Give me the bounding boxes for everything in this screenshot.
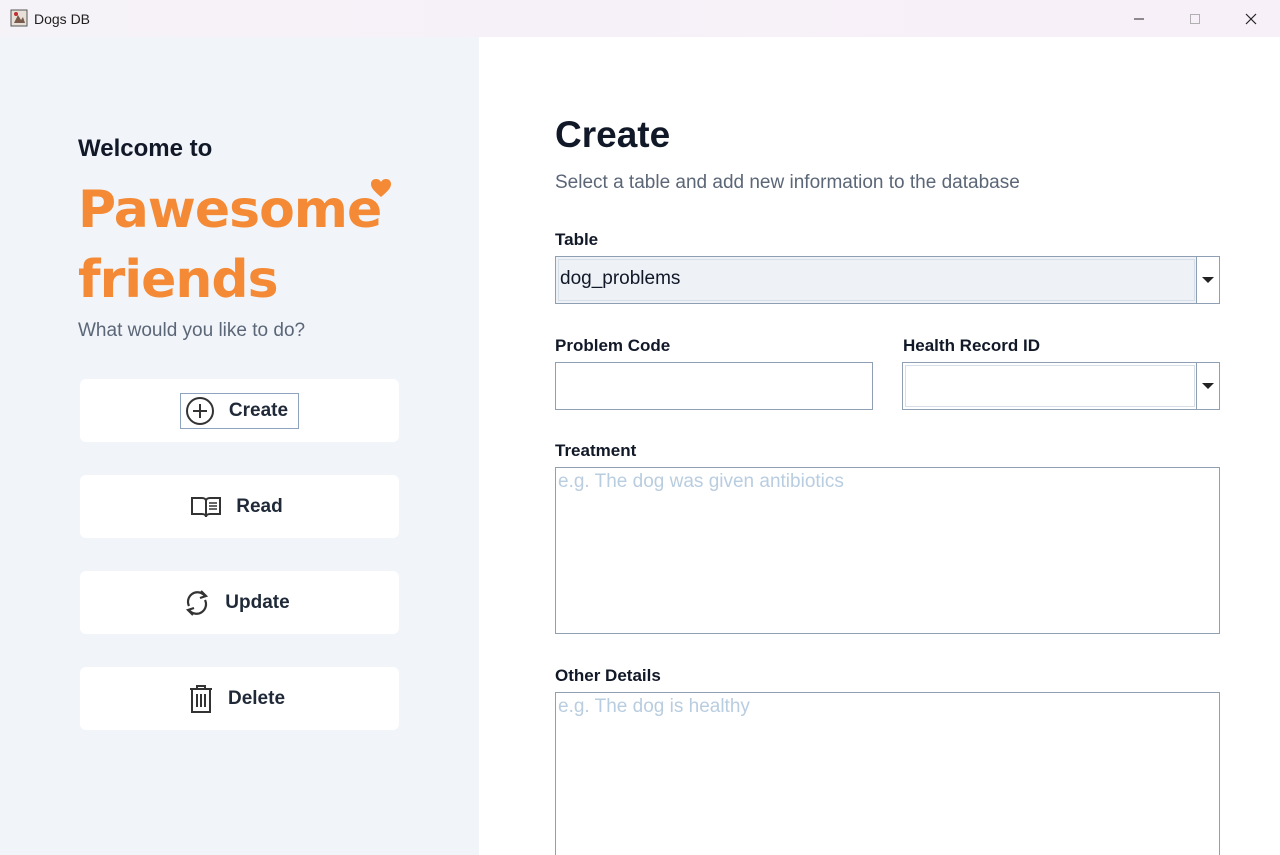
- maximize-button[interactable]: [1167, 0, 1223, 37]
- other-details-placeholder: e.g. The dog is healthy: [558, 696, 750, 717]
- page-title: Create: [555, 114, 671, 155]
- create-button-focus: Create: [179, 392, 300, 429]
- health-record-label: Health Record ID: [903, 336, 1040, 355]
- table-select-dropdown-button[interactable]: [1196, 257, 1219, 303]
- refresh-icon: [186, 589, 209, 616]
- other-details-textarea[interactable]: e.g. The dog is healthy: [555, 692, 1220, 855]
- create-button[interactable]: Create: [80, 379, 399, 442]
- treatment-label: Treatment: [555, 441, 637, 460]
- page-subtitle: Select a table and add new information t…: [555, 172, 1020, 193]
- trash-icon: [189, 684, 212, 713]
- other-details-label: Other Details: [555, 666, 661, 685]
- chevron-down-icon: [1202, 383, 1214, 389]
- problem-code-input[interactable]: [555, 362, 873, 410]
- update-button-label: Update: [225, 591, 290, 613]
- treatment-textarea[interactable]: e.g. The dog was given antibiotics: [555, 467, 1220, 634]
- health-record-dropdown-button[interactable]: [1196, 363, 1219, 409]
- table-select[interactable]: dog_problems: [555, 256, 1220, 304]
- window-title: Dogs DB: [34, 11, 91, 27]
- app-icon: [10, 9, 28, 27]
- delete-button[interactable]: Delete: [80, 667, 399, 730]
- minimize-button[interactable]: [1111, 0, 1167, 37]
- welcome-text: Welcome to: [78, 135, 213, 162]
- treatment-placeholder: e.g. The dog was given antibiotics: [558, 471, 844, 492]
- table-select-value: dog_problems: [560, 268, 681, 289]
- read-button-label: Read: [236, 495, 283, 517]
- brand-line-2: friends: [78, 250, 279, 310]
- read-button[interactable]: Read: [80, 475, 399, 538]
- update-button-content: Update: [179, 586, 299, 620]
- window-title-bar: Dogs DB: [0, 0, 1280, 37]
- sidebar: [0, 37, 479, 855]
- chevron-down-icon: [1202, 277, 1214, 283]
- read-button-content: Read: [186, 493, 292, 521]
- health-record-select-field: [905, 365, 1195, 407]
- minimize-icon: [1134, 18, 1144, 19]
- create-button-label: Create: [228, 399, 289, 421]
- prompt-question: What would you like to do?: [78, 320, 306, 341]
- table-label: Table: [555, 230, 599, 249]
- delete-button-content: Delete: [184, 682, 295, 716]
- close-button[interactable]: [1223, 0, 1279, 37]
- close-icon: [1245, 13, 1257, 24]
- plus-circle-icon: [185, 396, 214, 425]
- brand-line-1: Pawesome: [78, 180, 382, 240]
- update-button[interactable]: Update: [80, 571, 399, 634]
- health-record-select[interactable]: [902, 362, 1220, 410]
- brand-name: Pawesome friends: [78, 175, 418, 315]
- problem-code-label: Problem Code: [555, 336, 671, 355]
- heart-icon: [371, 179, 391, 197]
- delete-button-label: Delete: [227, 687, 286, 709]
- maximize-icon: [1190, 13, 1200, 24]
- book-icon: [191, 496, 222, 517]
